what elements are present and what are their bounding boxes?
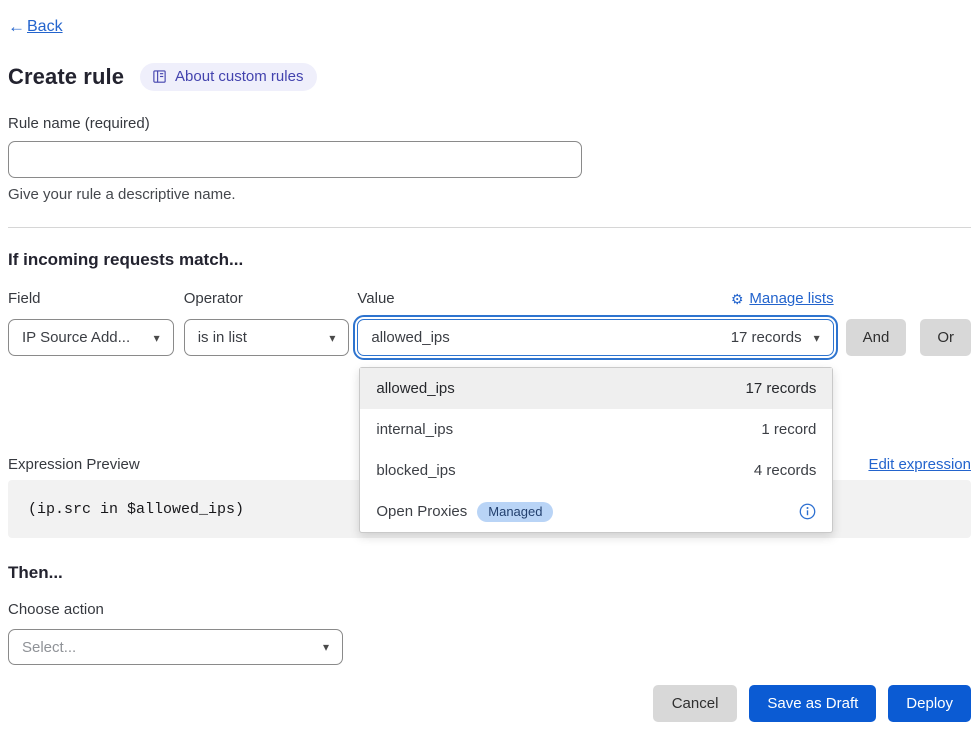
option-count: 1 record <box>761 421 816 438</box>
managed-badge: Managed <box>477 502 553 522</box>
back-link[interactable]: ←Back <box>8 17 63 37</box>
field-select[interactable]: IP Source Add... ▾ <box>8 319 174 356</box>
operator-column: Operator is in list ▾ <box>184 290 350 356</box>
field-label: Field <box>8 290 174 307</box>
value-label-row: Value ⚙ Manage lists <box>357 290 833 307</box>
chevron-down-icon: ▾ <box>329 331 335 345</box>
chevron-down-icon: ▾ <box>323 640 329 654</box>
field-select-value: IP Source Add... <box>22 329 130 346</box>
manage-lists-link[interactable]: ⚙ Manage lists <box>731 290 834 307</box>
option-name: allowed_ips <box>376 380 454 397</box>
list-dropdown-panel: allowed_ips 17 records internal_ips 1 re… <box>359 367 833 533</box>
and-button[interactable]: And <box>846 319 907 356</box>
action-select[interactable]: Select... ▾ <box>8 629 343 665</box>
expression-preview-label: Expression Preview <box>8 456 140 473</box>
option-count: 17 records <box>746 380 817 397</box>
choose-action-label: Choose action <box>8 601 971 618</box>
then-heading: Then... <box>8 563 971 583</box>
about-custom-rules-link[interactable]: About custom rules <box>140 63 317 91</box>
or-button[interactable]: Or <box>920 319 971 356</box>
dropdown-option-internal-ips[interactable]: internal_ips 1 record <box>360 409 832 450</box>
value-column: Value ⚙ Manage lists allowed_ips 17 reco… <box>357 290 833 356</box>
dropdown-option-open-proxies[interactable]: Open Proxies Managed <box>360 491 832 532</box>
chevron-down-icon: ▾ <box>814 331 820 345</box>
gear-icon: ⚙ <box>731 292 744 306</box>
footer-actions: Cancel Save as Draft Deploy <box>8 685 971 722</box>
option-name: internal_ips <box>376 421 453 438</box>
field-column: Field IP Source Add... ▾ <box>8 290 174 356</box>
section-divider <box>8 227 971 228</box>
action-select-placeholder: Select... <box>22 639 76 656</box>
option-left: Open Proxies Managed <box>376 502 553 522</box>
value-select-name: allowed_ips <box>371 329 449 346</box>
rule-name-input[interactable] <box>8 141 582 178</box>
dropdown-option-blocked-ips[interactable]: blocked_ips 4 records <box>360 450 832 491</box>
back-arrow-icon: ← <box>8 17 25 37</box>
condition-row: Field IP Source Add... ▾ Operator is in … <box>8 290 971 356</box>
save-as-draft-button[interactable]: Save as Draft <box>749 685 876 722</box>
deploy-button[interactable]: Deploy <box>888 685 971 722</box>
operator-label: Operator <box>184 290 350 307</box>
book-icon <box>152 69 167 84</box>
dropdown-option-allowed-ips[interactable]: allowed_ips 17 records <box>360 368 832 409</box>
back-link-label: Back <box>27 18 63 36</box>
info-icon[interactable] <box>799 503 816 520</box>
cancel-button[interactable]: Cancel <box>653 685 738 722</box>
match-section-heading: If incoming requests match... <box>8 250 971 270</box>
about-badge-label: About custom rules <box>175 68 303 85</box>
option-name: blocked_ips <box>376 462 455 479</box>
value-select[interactable]: allowed_ips 17 records ▾ <box>357 319 833 356</box>
chevron-down-icon: ▾ <box>154 331 160 345</box>
edit-expression-link[interactable]: Edit expression <box>868 456 971 473</box>
value-select-right: 17 records ▾ <box>731 329 820 346</box>
rule-name-label: Rule name (required) <box>8 115 971 132</box>
value-select-count: 17 records <box>731 329 802 346</box>
manage-lists-label: Manage lists <box>749 290 833 307</box>
option-name: Open Proxies <box>376 503 467 520</box>
rule-name-helper: Give your rule a descriptive name. <box>8 186 971 203</box>
title-row: Create rule About custom rules <box>8 63 971 91</box>
operator-select-value: is in list <box>198 329 247 346</box>
page-title: Create rule <box>8 64 124 90</box>
expression-code: (ip.src in $allowed_ips) <box>28 501 244 518</box>
create-rule-page: ←Back Create rule About custom rules Rul… <box>0 0 979 722</box>
operator-select[interactable]: is in list ▾ <box>184 319 350 356</box>
option-count: 4 records <box>754 462 817 479</box>
value-label: Value <box>357 290 394 307</box>
